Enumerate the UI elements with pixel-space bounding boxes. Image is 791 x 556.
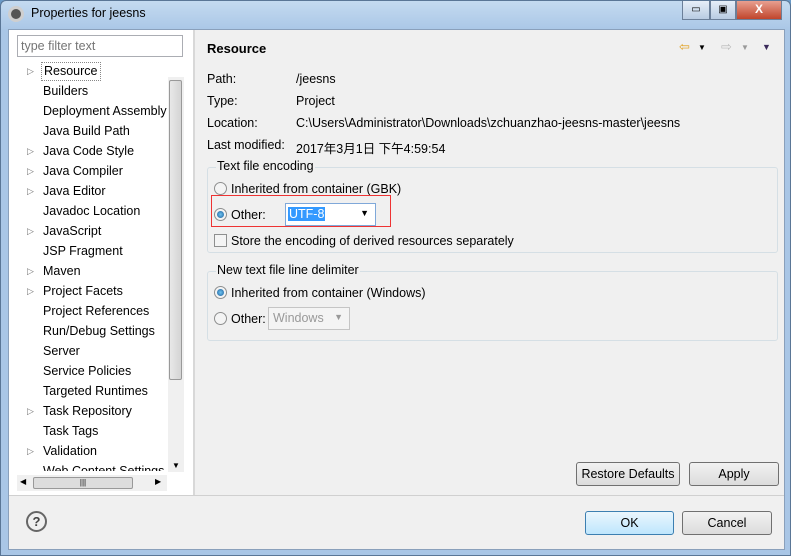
scrollbar-thumb[interactable] [169,80,182,380]
tree-item-label: Task Repository [43,404,132,418]
help-icon[interactable]: ? [26,511,47,532]
forward-arrow-icon[interactable]: ⇨ [721,39,732,55]
info-value: /jeesns [296,72,336,86]
info-value: C:\Users\Administrator\Downloads\zchuanz… [296,116,681,130]
tree-item-label: Java Build Path [43,124,130,138]
tree-item-label: Web Content Settings [43,464,165,471]
group-label: Text file encoding [216,159,315,173]
tree-item-label: Java Compiler [43,164,123,178]
info-key: Path: [207,72,237,86]
tree-item-label: Run/Debug Settings [43,324,155,338]
expand-arrow-icon[interactable]: ▷ [27,61,34,81]
forward-menu-icon[interactable]: ▼ [741,43,749,52]
window-title: Properties for jeesns [31,6,146,20]
tree-horizontal-scrollbar[interactable]: ◀ ||| ▶ [17,475,167,491]
tree-item-label: Maven [43,264,81,278]
radio-label: Inherited from container (GBK) [231,182,402,196]
inherited-delimiter-radio[interactable]: Inherited from container (Windows) [214,286,426,300]
group-label: New text file line delimiter [216,263,360,277]
navigation-panel: ▷ Resource Builders Deployment Assembly Java… [9,30,193,495]
tree-item-label: Java Code Style [43,144,135,158]
store-encoding-checkbox[interactable]: Store the encoding of derived resources … [214,234,514,248]
info-key: Type: [207,94,238,108]
footer-divider [9,495,784,496]
highlight-box [211,195,391,227]
tree-item-label: Builders [43,84,89,98]
cancel-button[interactable]: Cancel [682,511,772,535]
page-title: Resource [207,41,267,56]
close-button[interactable]: X [736,1,782,20]
scroll-down-icon[interactable]: ▼ [172,461,180,470]
minimize-button[interactable]: ▭ [682,1,710,20]
filter-input[interactable] [17,35,183,57]
tree-item-label: JSP Fragment [43,244,123,258]
expand-arrow-icon[interactable]: ▷ [27,221,34,241]
apply-button[interactable]: Apply [689,462,779,486]
expand-arrow-icon[interactable]: ▷ [27,441,34,461]
checkbox-label: Store the encoding of derived resources … [231,234,514,248]
tree-item-label: Deployment Assembly [43,104,167,118]
tree-item-label: Server [43,344,80,358]
info-value: Project [296,94,335,108]
tree-item-label: Project Facets [43,284,123,298]
eclipse-gear-icon [8,6,24,22]
delimiter-combo[interactable]: Windows ▼ [268,307,350,330]
back-menu-icon[interactable]: ▼ [698,43,706,52]
radio-label: Inherited from container (Windows) [231,286,426,300]
back-arrow-icon[interactable]: ⇦ [679,39,690,55]
properties-dialog: Properties for jeesns ▭ ▣ X ▷ Resource Bui… [0,0,791,556]
radio-selected-icon [214,286,227,299]
line-delimiter-group: New text file line delimiter Inherited f… [207,263,778,341]
tree-item-label: JavaScript [43,224,102,238]
expand-arrow-icon[interactable]: ▷ [27,281,34,301]
radio-label: Other: [231,312,266,326]
chevron-down-icon: ▼ [334,312,343,322]
info-value: 2017年3月1日 下午4:59:54 [296,142,446,156]
radio-icon [214,312,227,325]
restore-defaults-button[interactable]: Restore Defaults [576,462,680,486]
tree-item-label: Javadoc Location [43,204,141,218]
expand-arrow-icon[interactable]: ▷ [27,181,34,201]
radio-icon [214,182,227,195]
checkbox-icon [214,234,227,247]
tree-item-label: Task Tags [43,424,99,438]
scrollbar-thumb[interactable]: ||| [33,477,133,489]
info-key: Last modified: [207,138,285,152]
delimiter-value: Windows [273,311,324,325]
inherited-encoding-radio[interactable]: Inherited from container (GBK) [214,182,401,196]
resource-page: Resource ⇦ ▼ ⇨ ▼ ▼ Path: /jeesns Type: Proj… [195,30,784,495]
view-menu-icon[interactable]: ▼ [762,42,771,52]
expand-arrow-icon[interactable]: ▷ [27,141,34,161]
info-key: Location: [207,116,258,130]
scroll-left-icon[interactable]: ◀ [20,477,26,486]
property-tree: ▷ Resource Builders Deployment Assembly Java… [9,61,167,471]
other-delimiter-radio[interactable]: Other: [214,312,266,326]
scroll-right-icon[interactable]: ▶ [155,477,161,486]
tree-item-label: Project References [43,304,150,318]
ok-button[interactable]: OK [585,511,674,535]
expand-arrow-icon[interactable]: ▷ [27,401,34,421]
tree-item-label: Validation [43,444,97,458]
expand-arrow-icon[interactable]: ▷ [27,261,34,281]
tree-item-label: Resource [41,62,101,81]
expand-arrow-icon[interactable]: ▷ [27,161,34,181]
tree-item-label: Targeted Runtimes [43,384,148,398]
tree-item-label: Java Editor [43,184,106,198]
tree-item-label: Service Policies [43,364,132,378]
tree-vertical-scrollbar[interactable]: ▼ [168,77,184,472]
maximize-button[interactable]: ▣ [710,1,736,20]
